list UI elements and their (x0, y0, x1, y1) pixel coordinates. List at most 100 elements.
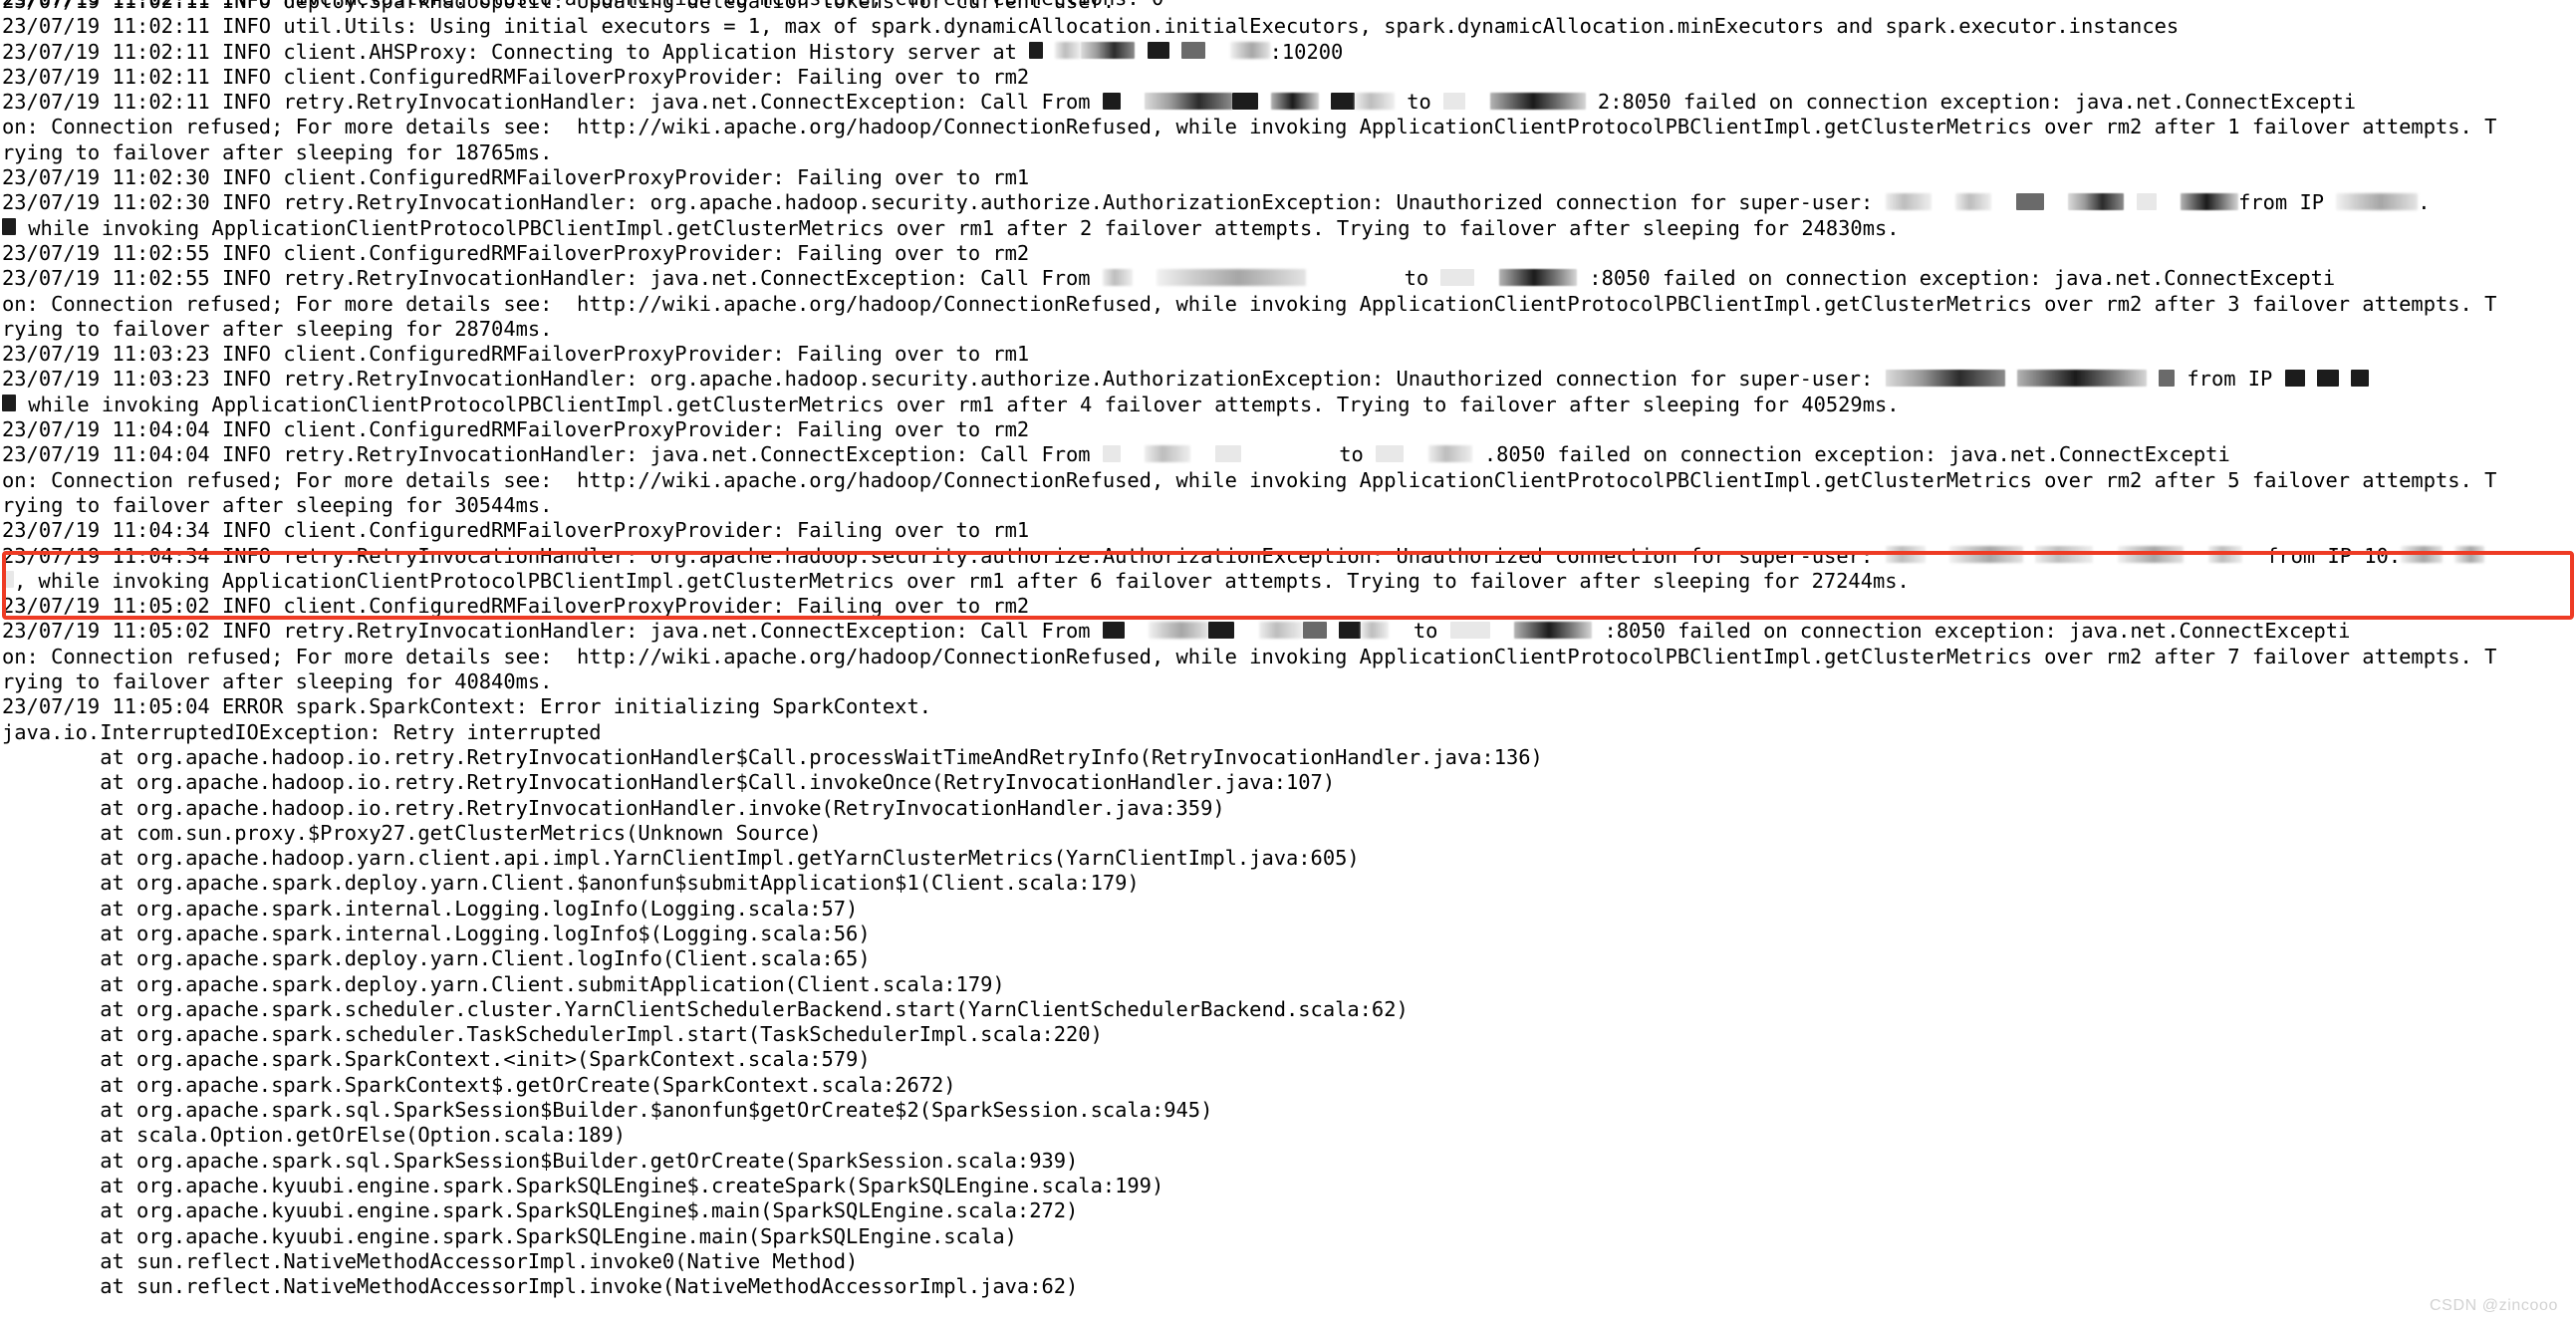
log-line: on: Connection refused; For more details… (2, 115, 2497, 139)
redacted-text-block (1181, 42, 1206, 60)
log-line: rying to failover after sleeping for 187… (2, 139, 553, 164)
redacted-text-block (1302, 621, 1327, 639)
log-line: 23/07/19 11:04:04 INFO client.Configured… (2, 417, 1030, 442)
log-line: at org.apache.spark.deploy.yarn.Client.s… (2, 971, 1005, 996)
log-line: at org.apache.hadoop.io.retry.RetryInvoc… (2, 770, 1336, 795)
redacted-text-block (1157, 268, 1307, 286)
redacted-text-block (2316, 369, 2339, 387)
redacted-text-block (1949, 546, 2024, 564)
log-line: 23/07/19 11:02:11 INFO client.AHSProxy: … (2, 39, 1344, 64)
log-line: rying to failover after sleeping for 408… (2, 669, 553, 694)
redacted-text-block (1885, 192, 1932, 210)
log-line-highlighted: , while invoking ApplicationClientProtoc… (0, 569, 2576, 594)
log-line: rying to failover after sleeping for 305… (2, 492, 553, 517)
log-line: at org.apache.spark.sql.SparkSession$Bui… (2, 1148, 1079, 1173)
log-line: 23/07/19 11:02:55 INFO client.Configured… (2, 240, 1030, 265)
log-line: at org.apache.hadoop.yarn.client.api.imp… (2, 846, 1360, 871)
log-line: at org.apache.hadoop.io.retry.RetryInvoc… (2, 795, 1225, 820)
redacted-text-block (2159, 369, 2176, 387)
redacted-text-block (1514, 621, 1593, 639)
redacted-text-block (1361, 621, 1390, 639)
log-line-clipped-bottom (0, 1311, 2576, 1325)
log-line: at org.apache.spark.internal.Logging.log… (2, 896, 859, 921)
log-line: 23/07/19 11:03:23 INFO retry.RetryInvoca… (0, 367, 2576, 392)
redacted-text-block (1149, 621, 1209, 639)
redacted-text-block (1102, 621, 1125, 639)
redacted-text-block (1258, 621, 1303, 639)
redacted-text-block (1330, 92, 1355, 110)
redacted-text-block (1885, 546, 1926, 564)
redacted-text-block (1145, 92, 1233, 110)
log-line: at org.apache.spark.deploy.yarn.Client.l… (2, 946, 871, 971)
redacted-text-block (1449, 621, 1490, 639)
log-line: at scala.Option.getOrElse(Option.scala:1… (2, 1123, 627, 1148)
terminal-log-console[interactable]: 23/07/19 11:02:11 INFO hive.metastore: C… (0, 0, 2576, 1325)
redacted-text-block (1081, 42, 1136, 60)
redacted-text-block (2, 571, 14, 589)
redacted-text-block (2, 395, 16, 412)
redacted-text-block (1232, 92, 1259, 110)
clipped-bottom-line-container (0, 1311, 2576, 1325)
log-line: 23/07/19 11:05:04 ERROR spark.SparkConte… (2, 694, 931, 719)
redacted-text-block (2207, 546, 2242, 564)
log-line: at org.apache.spark.deploy.yarn.Client.$… (2, 871, 1140, 896)
redacted-text-block (2336, 192, 2419, 210)
redacted-text-block (1339, 621, 1362, 639)
log-line: at org.apache.spark.internal.Logging.log… (2, 921, 871, 945)
redacted-text-block (2016, 369, 2147, 387)
log-line: at org.apache.spark.SparkContext$.getOrC… (2, 1072, 956, 1097)
redacted-text-block (1147, 42, 1169, 60)
redacted-text-block (2454, 546, 2485, 564)
log-line: at org.apache.hadoop.io.retry.RetryInvoc… (2, 744, 1543, 769)
redacted-text-block (1208, 621, 1235, 639)
log-line: on: Connection refused; For more details… (2, 644, 2497, 668)
redacted-text-block (1354, 92, 1395, 110)
log-line: 23/07/19 11:04:34 INFO client.Configured… (2, 518, 1030, 543)
redacted-text-block (2117, 546, 2184, 564)
log-line: 23/07/19 11:02:11 INFO retry.RetryInvoca… (2, 90, 2357, 115)
log-line: at org.apache.spark.SparkContext.<init>(… (2, 1047, 871, 1072)
redacted-text-block (2284, 369, 2305, 387)
log-line: on: Connection refused; For more details… (2, 467, 2497, 492)
redacted-text-block (1102, 444, 1121, 462)
log-line: at com.sun.proxy.$Proxy27.getClusterMetr… (2, 820, 822, 845)
log-line: at sun.reflect.NativeMethodAccessorImpl.… (2, 1248, 859, 1273)
redacted-text-block (1055, 42, 1082, 60)
log-line: 23/07/19 11:02:11 INFO client.Configured… (2, 64, 1030, 89)
log-line: while invoking ApplicationClientProtocol… (0, 393, 2576, 417)
log-line: at org.apache.spark.scheduler.TaskSchedu… (2, 1022, 1103, 1047)
log-line-highlighted: 23/07/19 11:04:34 INFO retry.RetryInvoca… (0, 544, 2576, 569)
log-line: 23/07/19 11:02:30 INFO retry.RetryInvoca… (2, 190, 2431, 215)
redacted-text-block (1489, 92, 1586, 110)
redacted-text-block (1029, 42, 1044, 60)
redacted-text-block (2, 218, 16, 236)
redacted-text-block (2136, 192, 2157, 210)
log-line: at org.apache.kyuubi.engine.spark.SparkS… (2, 1173, 1164, 1197)
log-line: java.io.InterruptedIOException: Retry in… (2, 719, 602, 744)
log-line: at org.apache.spark.sql.SparkSession$Bui… (2, 1098, 1213, 1123)
redacted-text-block (1229, 42, 1270, 60)
log-line: 23/07/19 11:02:55 INFO retry.RetryInvoca… (2, 266, 2336, 291)
redacted-text-block (2035, 546, 2094, 564)
redacted-text-block (1443, 92, 1466, 110)
redacted-text-block (1102, 92, 1121, 110)
csdn-watermark: CSDN @zincooo (2430, 1297, 2558, 1314)
redacted-text-block (2015, 192, 2044, 210)
log-line: 23/07/19 11:02:11 INFO util.Utils: Using… (2, 14, 2180, 39)
log-line: while invoking ApplicationClientProtocol… (0, 216, 2576, 241)
redacted-text-block (2401, 546, 2444, 564)
log-line: at org.apache.kyuubi.engine.spark.SparkS… (2, 1198, 1079, 1223)
redacted-text-block (1145, 444, 1191, 462)
redacted-text-block (1270, 92, 1319, 110)
redacted-text-block (1885, 369, 2005, 387)
log-line: 23/07/19 11:02:30 INFO client.Configured… (2, 165, 1030, 190)
redacted-text-block (1440, 268, 1475, 286)
log-line: rying to failover after sleeping for 287… (2, 316, 553, 341)
redacted-text-block (1376, 444, 1405, 462)
redacted-text-block (1427, 444, 1472, 462)
redacted-text-block (1955, 192, 1992, 210)
log-line: at org.apache.spark.scheduler.cluster.Ya… (2, 996, 1409, 1021)
log-line: 23/07/19 11:02:11 INFO deploy.SparkHadoo… (2, 0, 1116, 13)
log-line: 23/07/19 11:05:02 INFO retry.RetryInvoca… (2, 619, 2351, 644)
log-output-body[interactable]: 23/07/19 11:02:11 INFO deploy.SparkHadoo… (0, 0, 2576, 1299)
